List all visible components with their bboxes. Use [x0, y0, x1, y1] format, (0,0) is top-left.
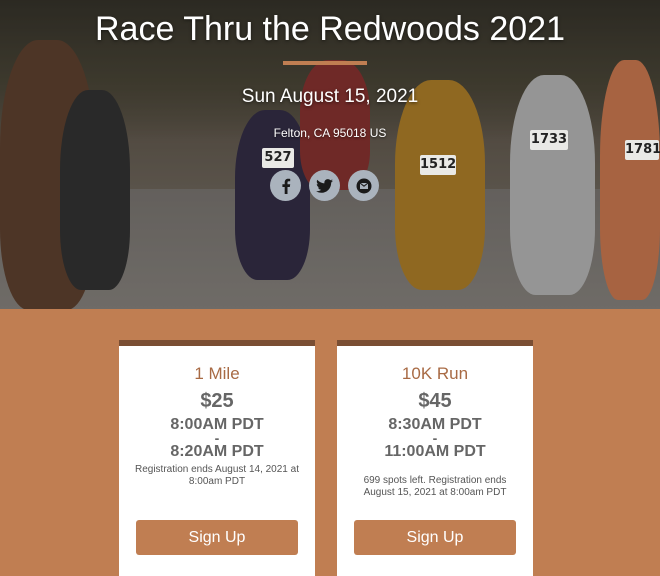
race-name: 1 Mile — [194, 364, 240, 383]
race-bib: 527 — [262, 148, 294, 168]
race-end-time: 8:20AM PDT — [170, 443, 264, 460]
social-share-bar — [270, 170, 379, 201]
registration-note: 699 spots left. Registration ends August… — [363, 475, 507, 498]
race-card: 1 Mile $25 8:00AM PDT - 8:20AM PDT Regis… — [119, 340, 315, 576]
time-separator: - — [432, 430, 438, 446]
race-price: $25 — [200, 390, 234, 412]
title-divider — [283, 61, 367, 65]
sign-up-button[interactable]: Sign Up — [136, 520, 298, 555]
event-title: Race Thru the Redwoods 2021 — [94, 10, 565, 48]
race-card: 10K Run $45 8:30AM PDT - 11:00AM PDT 699… — [337, 340, 533, 576]
facebook-icon[interactable] — [270, 170, 301, 201]
race-price: $45 — [418, 390, 452, 412]
sign-up-button[interactable]: Sign Up — [354, 520, 516, 555]
event-date: Sun August 15, 2021 — [241, 86, 419, 107]
event-location: Felton, CA 95018 US — [273, 126, 387, 140]
race-bib: 1781 — [625, 140, 660, 160]
time-separator: - — [214, 430, 220, 446]
race-end-time: 11:00AM PDT — [384, 443, 486, 460]
twitter-icon[interactable] — [309, 170, 340, 201]
registration-note: Registration ends August 14, 2021 at 8:0… — [134, 464, 299, 487]
race-bib: 1512 — [420, 155, 456, 175]
email-icon[interactable] — [348, 170, 379, 201]
race-name: 10K Run — [401, 364, 469, 383]
